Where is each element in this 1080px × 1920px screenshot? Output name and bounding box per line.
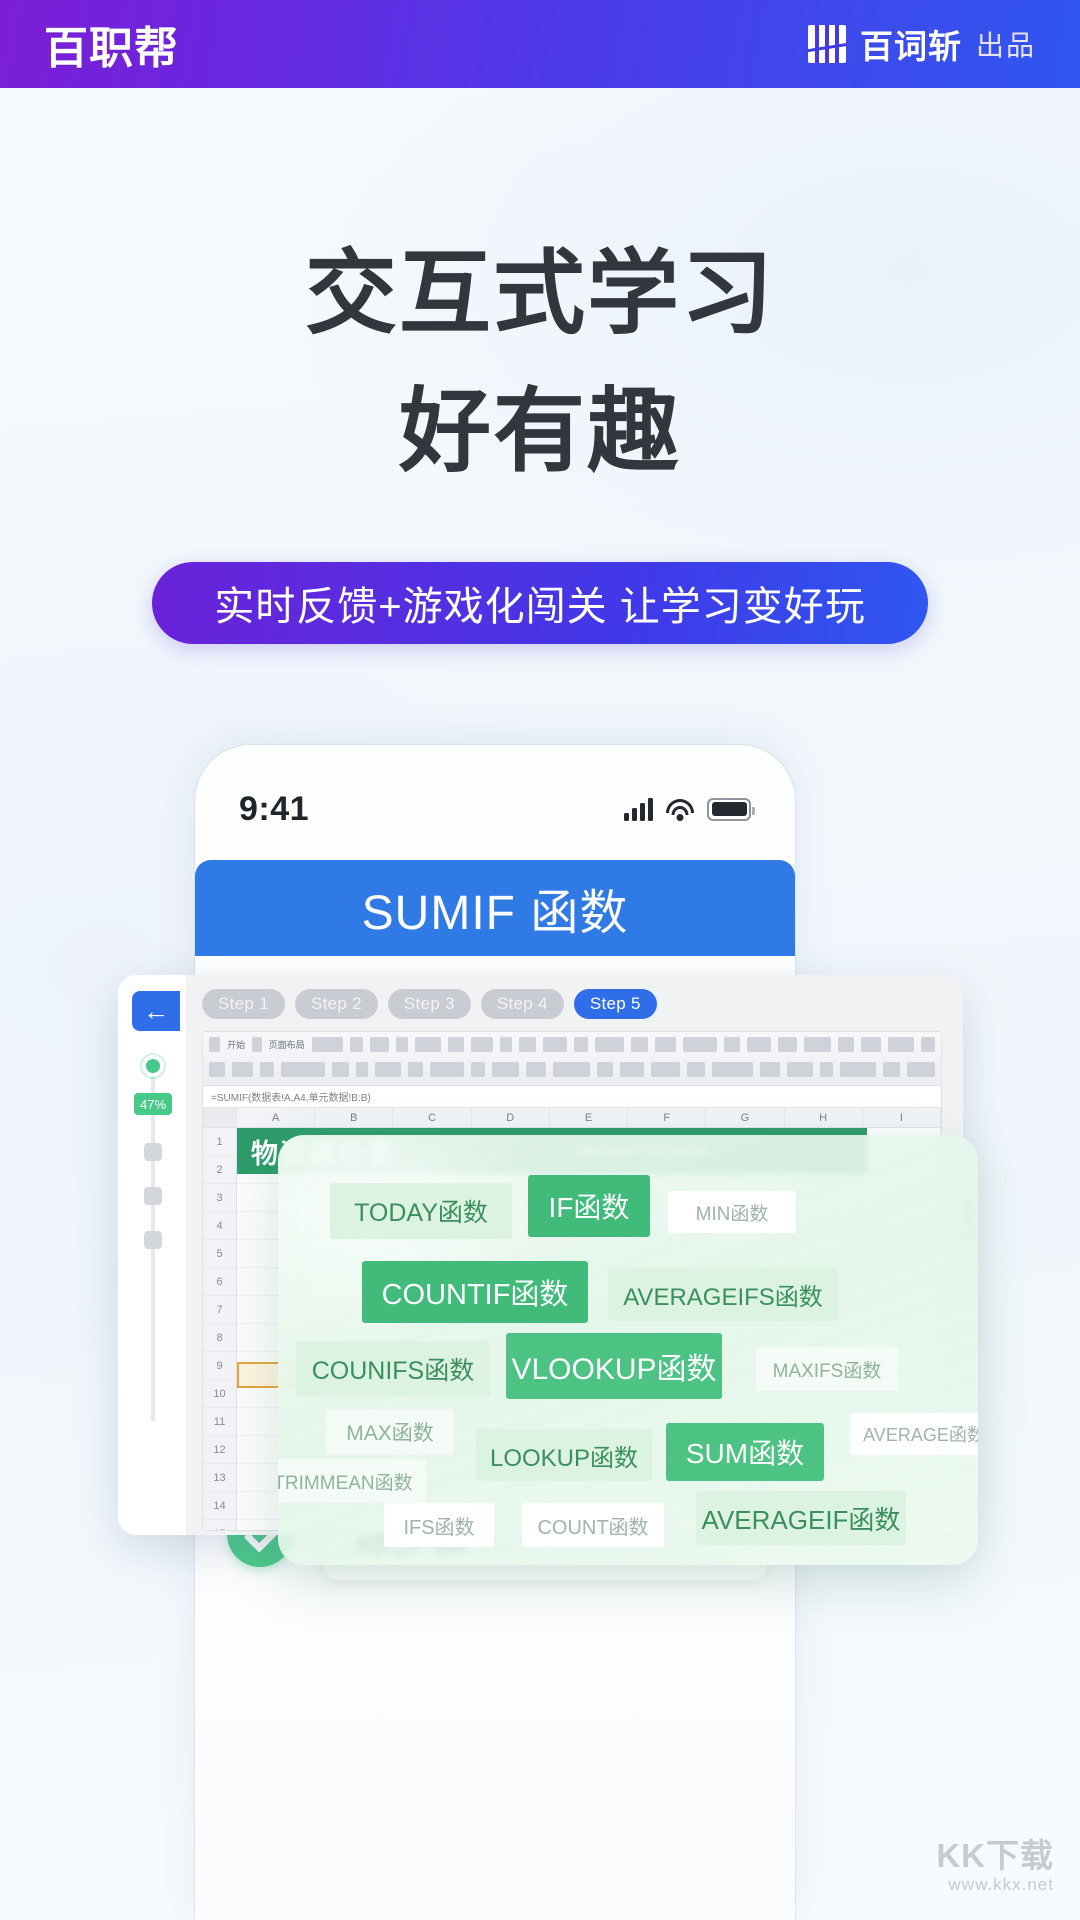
ribbon-label[interactable]: 开始 (227, 1038, 245, 1051)
excel-row-header[interactable]: 8 (203, 1324, 237, 1352)
progress-step-marker (144, 1143, 162, 1161)
function-tag[interactable]: VLOOKUP函数 (506, 1333, 722, 1399)
function-tag[interactable]: MAX函数 (326, 1409, 454, 1455)
excel-row-header[interactable]: 11 (203, 1408, 237, 1436)
excel-row-header[interactable]: 3 (203, 1184, 237, 1212)
function-tag[interactable]: IFS函数 (384, 1503, 494, 1547)
watermark-main: KK下载 (936, 1837, 1054, 1875)
function-tag[interactable]: MAXIFS函数 (756, 1347, 898, 1391)
brand-logo: 百职帮 (44, 23, 179, 74)
excel-corner-cell[interactable] (203, 1108, 237, 1127)
lesson-sidebar: ← 47% (118, 975, 186, 1535)
excel-ribbon-row-2 (209, 1062, 936, 1077)
progress-step-marker (144, 1231, 162, 1249)
status-time: 9:41 (239, 789, 310, 828)
excel-row-header[interactable]: 2 (203, 1156, 237, 1184)
function-tag[interactable]: TODAY函数 (330, 1183, 512, 1239)
tab-step-2[interactable]: Step 2 (294, 989, 378, 1019)
excel-row-header[interactable]: 6 (203, 1268, 237, 1296)
brand-bar: 百职帮 百词斩 出品 (0, 0, 1080, 88)
excel-col-header[interactable]: D (472, 1108, 550, 1127)
excel-col-header[interactable]: I (863, 1108, 941, 1127)
function-tag[interactable]: COUNT函数 (522, 1503, 664, 1547)
excel-row-header[interactable]: 7 (203, 1296, 237, 1324)
excel-row-header[interactable]: 13 (203, 1464, 237, 1492)
function-tag[interactable]: COUNTIF函数 (362, 1261, 588, 1323)
progress-dot-current (142, 1055, 164, 1077)
tab-step-1[interactable]: Step 1 (202, 989, 285, 1019)
excel-row-header[interactable]: 9 (203, 1352, 237, 1380)
function-tag-panel: TODAY函数 IF函数 MIN函数 COUNTIF函数 AVERAGEIFS函数 COU… (278, 1135, 978, 1565)
progress-badge: 47% (134, 1093, 172, 1115)
wifi-icon (665, 797, 695, 821)
publisher-credit: 百词斩 出品 (807, 20, 1036, 68)
excel-row-header[interactable]: 14 (203, 1492, 237, 1520)
headline-line-2: 好有趣 (398, 378, 681, 485)
watermark-sub: www.kkx.net (948, 1874, 1054, 1894)
phone-status-bar: 9:41 (195, 783, 795, 835)
step-tabs: Step 1 Step 2 Step 3 Step 4 Step 5 (202, 989, 657, 1019)
ribbon-label[interactable]: 页面布局 (269, 1038, 305, 1051)
function-tag[interactable]: TRIMMEAN函数 (278, 1459, 426, 1503)
excel-col-header[interactable]: F (628, 1108, 707, 1127)
headline-line-1: 交互式学习 (304, 240, 775, 347)
function-tag[interactable]: LOOKUP函数 (476, 1429, 652, 1481)
signal-bars-icon (624, 797, 653, 821)
excel-row-header[interactable]: 10 (203, 1380, 237, 1408)
bwz-logo-icon (807, 25, 846, 63)
excel-col-header[interactable]: G (706, 1108, 785, 1127)
function-tag[interactable]: AVERAGEIFS函数 (608, 1267, 838, 1321)
function-tag[interactable]: SUM函数 (666, 1423, 824, 1481)
excel-row-header[interactable]: 5 (203, 1240, 237, 1268)
function-tag[interactable]: COUNIFS函数 (296, 1341, 490, 1397)
function-tag[interactable]: AVERAGE函数 (850, 1413, 978, 1455)
excel-column-headers: A B C D E F G H I (203, 1108, 941, 1128)
excel-row-header[interactable]: 4 (203, 1212, 237, 1240)
excel-col-header[interactable]: H (785, 1108, 863, 1127)
excel-row-header[interactable]: 12 (203, 1436, 237, 1464)
excel-col-header[interactable]: A (237, 1108, 316, 1127)
subtitle-pill: 实时反馈+游戏化闯关 让学习变好玩 (152, 562, 928, 644)
excel-col-header[interactable]: E (550, 1108, 629, 1127)
excel-ribbon: 开始 页面布局 (203, 1032, 941, 1086)
status-indicators (624, 797, 755, 821)
excel-formula-bar[interactable]: =SUMIF(数据表!A,A4,单元数据!B:B) (203, 1086, 941, 1108)
watermark: KK下载 www.kkx.net (936, 1837, 1054, 1894)
back-arrow-icon[interactable]: ← (132, 991, 180, 1031)
lesson-title-banner: SUMIF 函数 (195, 860, 795, 956)
battery-icon (707, 797, 755, 821)
excel-row-header[interactable]: 1 (203, 1128, 237, 1156)
excel-col-header[interactable]: C (393, 1108, 472, 1127)
tab-step-3[interactable]: Step 3 (387, 989, 471, 1019)
page-title: 交互式学习 好有趣 (0, 225, 1080, 501)
function-tag[interactable]: MIN函数 (668, 1191, 796, 1233)
publisher-suffix: 出品 (975, 30, 1036, 61)
tab-step-5[interactable]: Step 5 (573, 989, 657, 1019)
excel-row-header[interactable]: 15 (203, 1520, 237, 1530)
function-tag[interactable]: IF函数 (528, 1175, 650, 1237)
excel-col-header[interactable]: B (315, 1108, 394, 1127)
progress-step-marker (144, 1187, 162, 1205)
excel-ribbon-row-1: 开始 页面布局 (209, 1037, 935, 1052)
tab-step-4[interactable]: Step 4 (480, 989, 564, 1019)
publisher-name: 百词斩 (859, 28, 962, 65)
function-tag[interactable]: AVERAGEIF函数 (696, 1491, 906, 1545)
